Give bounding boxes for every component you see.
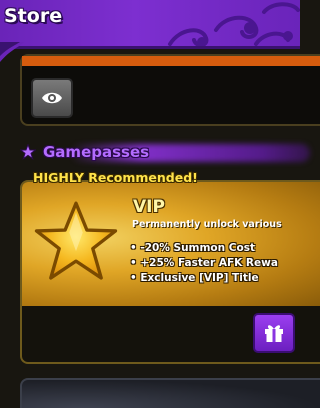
gamepasses-title: Gamepasses	[43, 143, 150, 161]
eye-icon	[42, 92, 62, 104]
vip-perks-list: • -20% Summon Cost • +25% Faster AFK Rew…	[130, 241, 278, 286]
store-header: Store	[0, 0, 300, 49]
panel-accent-bar	[22, 56, 320, 66]
top-item-panel	[20, 54, 320, 126]
gamepasses-section-header: Gamepasses	[0, 138, 310, 168]
recommended-badge: HIGHLY Recommended!	[33, 170, 198, 185]
perk-item: • -20% Summon Cost	[130, 242, 255, 254]
star-icon	[20, 144, 36, 160]
view-button[interactable]	[31, 78, 73, 118]
next-gamepass-card[interactable]	[20, 378, 320, 408]
vip-subtitle: Permanently unlock various	[132, 219, 282, 230]
gift-button[interactable]	[253, 313, 295, 353]
perk-item: • +25% Faster AFK Rewa	[130, 257, 278, 269]
decorative-swirls	[168, 2, 300, 46]
perk-item: • Exclusive [VIP] Title	[130, 272, 259, 284]
gold-star-icon	[34, 201, 118, 280]
vip-title: VIP	[133, 197, 165, 217]
store-title: Store	[4, 5, 63, 27]
gift-icon	[265, 325, 283, 342]
